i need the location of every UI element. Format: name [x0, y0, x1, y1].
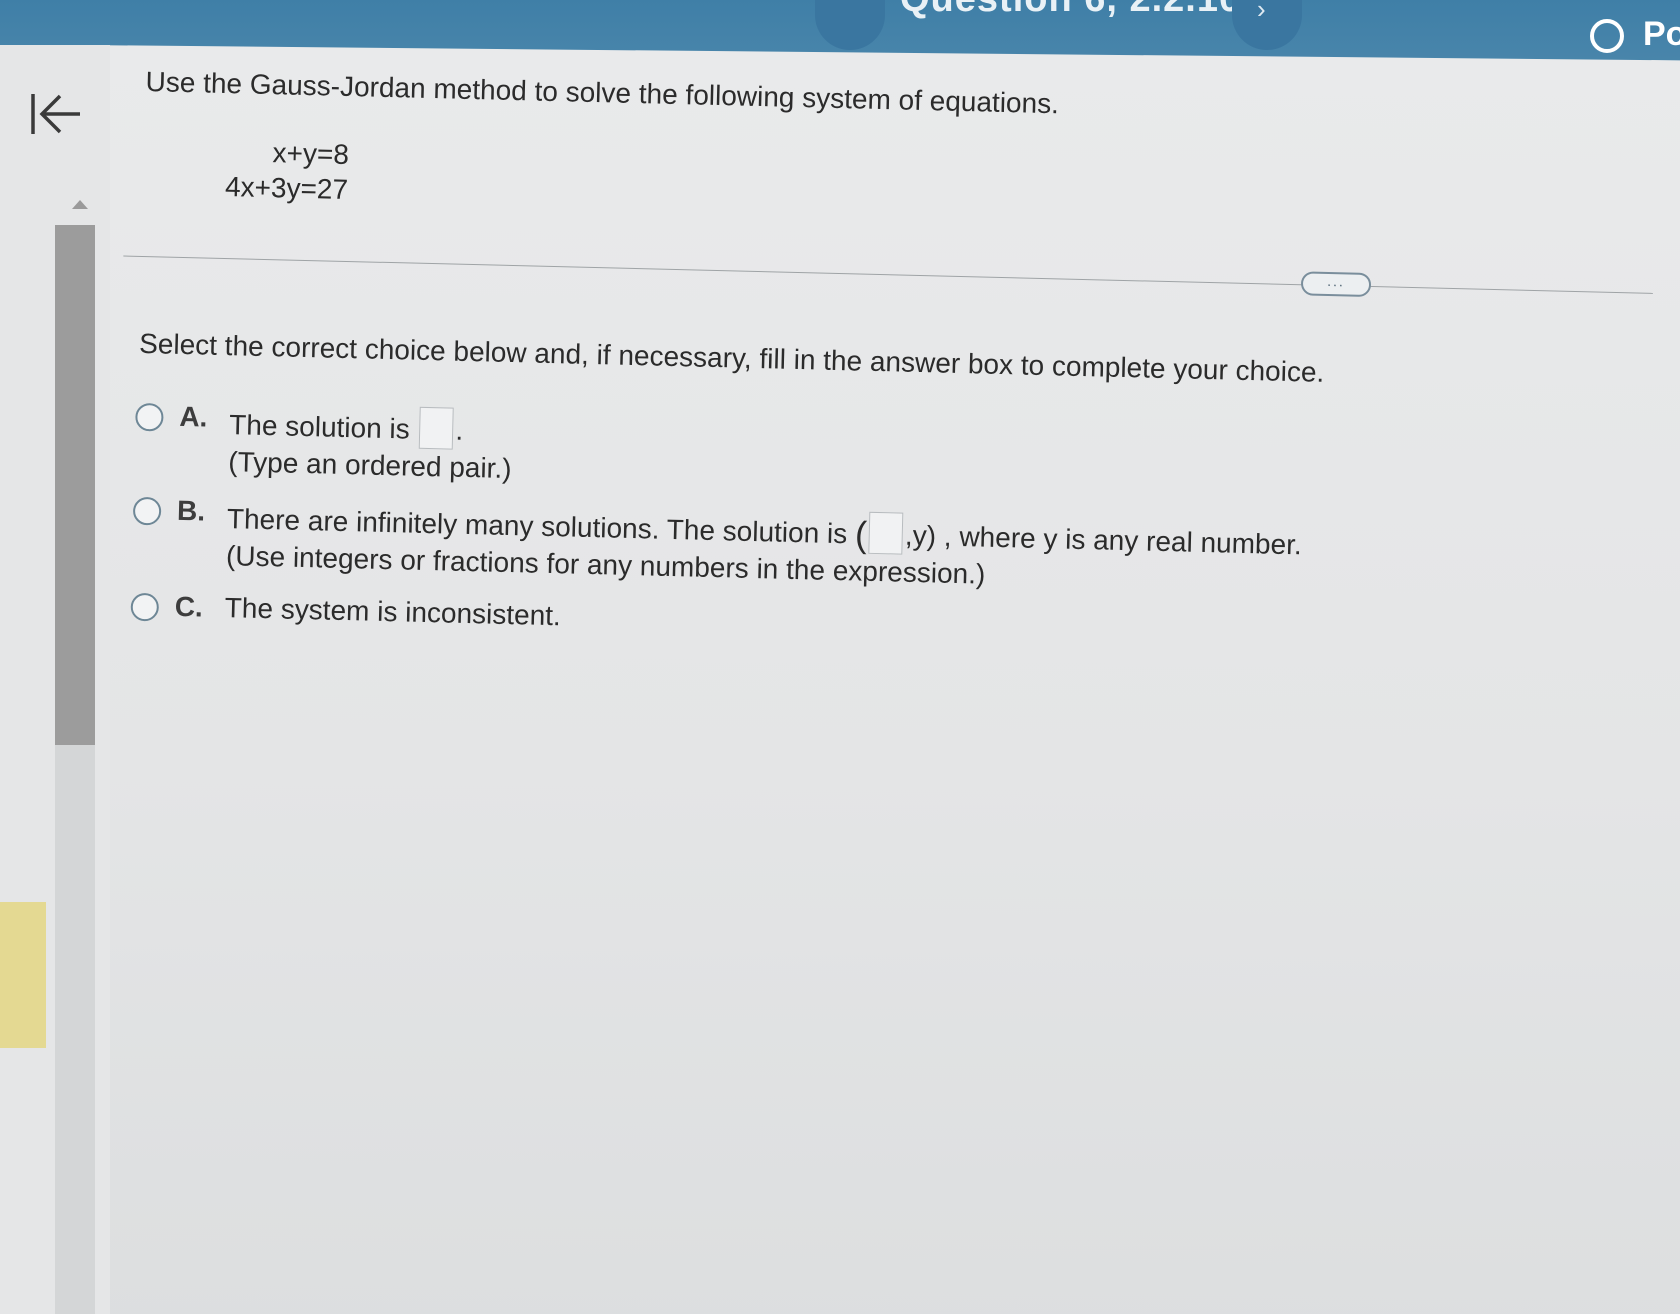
page: Question 6, 2.2.10 › Po Use the Gauss-Jo… [0, 0, 1680, 1314]
equation-2: 4x+3y=27 [224, 170, 349, 205]
question-panel [69, 45, 1680, 1314]
back-to-start-icon[interactable] [28, 88, 84, 140]
choice-a-period: . [455, 414, 464, 446]
choice-letter-b: B. [176, 494, 206, 527]
next-question-button[interactable]: › [1232, 0, 1302, 50]
answer-box-a[interactable] [419, 406, 455, 450]
choice-letter-c: C. [174, 590, 204, 623]
equation-system: x+y=8 4x+3y=27 [225, 134, 350, 207]
scroll-up-icon[interactable] [72, 200, 88, 209]
question-title: Question 6, 2.2.10 [900, 0, 1241, 21]
answer-box-b[interactable] [868, 511, 904, 555]
equation-1: x+y=8 [272, 137, 350, 170]
points-indicator: Po [1585, 15, 1680, 55]
choice-b-tail: , where y is any real number. [943, 520, 1303, 561]
more-options-button[interactable]: ... [1300, 271, 1372, 297]
scrollbar-thumb[interactable] [55, 225, 95, 745]
previous-question-button[interactable] [815, 0, 885, 50]
choice-b-open-paren: ( [854, 513, 868, 555]
choice-a-text: The solution is . [229, 402, 464, 450]
choice-a-label: The solution is [228, 409, 411, 445]
points-circle-icon [1590, 19, 1624, 53]
chevron-right-icon: › [1257, 0, 1266, 24]
choice-b-mid: ,y) [904, 519, 937, 552]
choice-letter-a: A. [179, 400, 208, 433]
highlight-tab [0, 902, 46, 1048]
points-label: Po [1643, 15, 1680, 53]
